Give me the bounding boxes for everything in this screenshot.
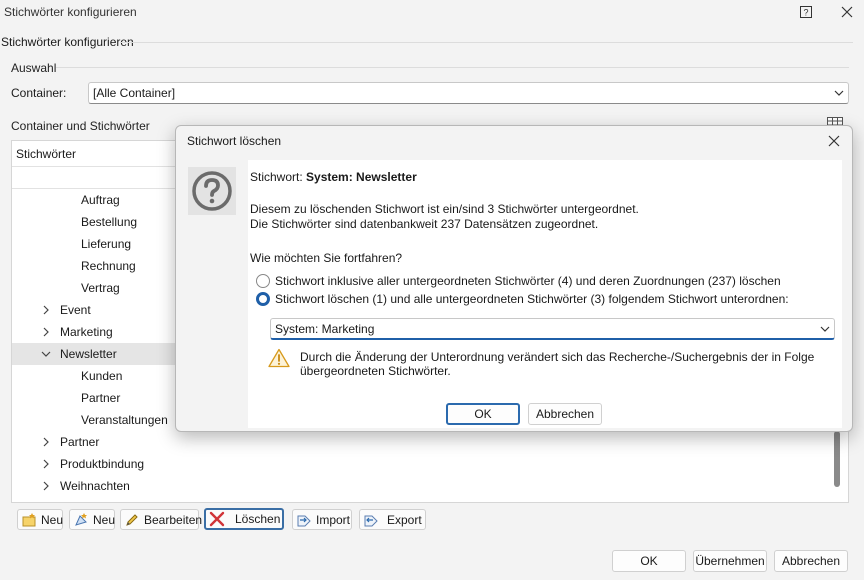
- chevron-right-icon[interactable]: [40, 326, 52, 338]
- delete-button[interactable]: Löschen: [204, 508, 284, 530]
- new-button[interactable]: Neu: [17, 509, 63, 530]
- chevron-right-icon[interactable]: [40, 436, 52, 448]
- warning-icon: [268, 348, 290, 368]
- keyword-line: Stichwort: System: Newsletter: [250, 170, 417, 184]
- keyword-prefix: Stichwort:: [250, 170, 303, 184]
- chevron-right-icon[interactable]: [40, 458, 52, 470]
- page-title: Stichwörter konfigurieren: [1, 35, 134, 49]
- import-button-label: Import: [316, 512, 351, 527]
- tree-group-label: Container und Stichwörter: [11, 119, 150, 133]
- window-close-button[interactable]: [836, 2, 858, 22]
- selection-group-label: Auswahl: [11, 61, 57, 75]
- container-label: Container:: [11, 86, 67, 100]
- dialog-cancel-button[interactable]: Abbrechen: [528, 403, 602, 425]
- target-keyword-value: System: Marketing: [275, 321, 375, 336]
- tree-row-label: Weihnachten: [60, 479, 130, 493]
- close-icon: [841, 6, 853, 18]
- export-button-label: Export: [387, 512, 422, 527]
- tree-row-label: Event: [60, 303, 91, 317]
- footer-apply-button[interactable]: Übernehmen: [693, 550, 767, 572]
- tree-row-label: Lieferung: [81, 237, 132, 251]
- selection-divider: [56, 67, 849, 68]
- option-delete-all-label: Stichwort inklusive aller untergeordnete…: [275, 274, 781, 288]
- warning-line-1: Durch die Änderung der Unterordnung verä…: [300, 350, 815, 364]
- chevron-down-icon: [830, 90, 848, 96]
- close-icon: [828, 135, 840, 147]
- container-select-value: [Alle Container]: [93, 86, 176, 100]
- export-button[interactable]: Export: [359, 509, 426, 530]
- tree-row-label: Vertrag: [81, 281, 120, 295]
- chevron-down-icon[interactable]: [40, 348, 52, 360]
- option-reassign[interactable]: Stichwort löschen (1) und alle untergeor…: [256, 292, 789, 306]
- target-keyword-select[interactable]: System: Marketing: [270, 318, 835, 340]
- tree-row-label: Marketing: [60, 325, 113, 339]
- tree-row-label: Kunden: [81, 369, 123, 383]
- footer-ok-button[interactable]: OK: [612, 550, 686, 572]
- edit-button[interactable]: Bearbeiten: [120, 509, 203, 530]
- question-icon: [192, 171, 232, 211]
- chevron-right-icon[interactable]: [40, 304, 52, 316]
- question-text: Wie möchten Sie fortfahren?: [250, 251, 403, 265]
- dialog-content: Stichwort: System: Newsletter Diesem zu …: [248, 160, 842, 428]
- edit-button-label: Bearbeiten: [144, 512, 203, 527]
- new-child-button[interactable]: Neu: [69, 509, 115, 530]
- tree-row-label: Produktbindung: [60, 457, 145, 471]
- info-line-1: Diesem zu löschenden Stichwort ist ein/s…: [250, 202, 639, 216]
- tree-row-label: Partner: [60, 435, 100, 449]
- import-button[interactable]: Import: [292, 509, 352, 530]
- tree-row[interactable]: Weihnachten: [12, 475, 838, 497]
- svg-text:?: ?: [803, 8, 808, 18]
- new-folder-icon: [21, 512, 37, 528]
- tree-row[interactable]: Partner: [12, 431, 838, 453]
- delete-button-label: Löschen: [235, 512, 281, 526]
- option-delete-all[interactable]: Stichwort inklusive aller untergeordnete…: [256, 274, 781, 288]
- option-reassign-label: Stichwort löschen (1) und alle untergeor…: [275, 292, 789, 306]
- import-icon: [296, 512, 312, 528]
- pencil-icon: [124, 512, 140, 528]
- tree-row-label: Rechnung: [81, 259, 136, 273]
- tree-row-label: Partner: [81, 391, 121, 405]
- header-divider: [120, 42, 853, 43]
- dialog-close-button[interactable]: [824, 131, 844, 151]
- footer-cancel-button[interactable]: Abbrechen: [774, 550, 848, 572]
- question-icon-box: [188, 167, 236, 215]
- info-line-2: Die Stichwörter sind datenbankweit 237 D…: [250, 217, 599, 231]
- radio-delete-all[interactable]: [256, 274, 270, 288]
- tree-row-label: Bestellung: [81, 215, 138, 229]
- red-x-icon: [209, 511, 225, 527]
- tree-row-label: Newsletter: [60, 347, 117, 361]
- new-child-button-label: Neu: [93, 512, 116, 527]
- chevron-right-icon[interactable]: [40, 480, 52, 492]
- delete-keyword-dialog: Stichwort löschen Stichwort: System: New…: [175, 125, 853, 432]
- dialog-title: Stichwort löschen: [187, 134, 282, 148]
- window-title: Stichwörter konfigurieren: [4, 5, 137, 19]
- radio-reassign[interactable]: [256, 292, 270, 306]
- vertical-scrollbar-thumb[interactable]: [834, 431, 840, 487]
- tree-row-label: Veranstaltungen: [81, 413, 168, 427]
- new-button-label: Neu: [41, 512, 64, 527]
- help-icon: ?: [800, 6, 812, 18]
- dialog-ok-button[interactable]: OK: [446, 403, 520, 425]
- tree-row-label: Auftrag: [81, 193, 120, 207]
- warning-line-2: übergeordneten Stichwörter.: [300, 364, 451, 378]
- container-select[interactable]: [Alle Container]: [88, 82, 849, 104]
- new-keyword-icon: [73, 512, 89, 528]
- chevron-down-icon: [816, 326, 834, 332]
- export-icon: [363, 512, 379, 528]
- keyword-name: System: Newsletter: [306, 170, 417, 184]
- tree-row[interactable]: Produktbindung: [12, 453, 838, 475]
- help-button[interactable]: ?: [797, 3, 815, 21]
